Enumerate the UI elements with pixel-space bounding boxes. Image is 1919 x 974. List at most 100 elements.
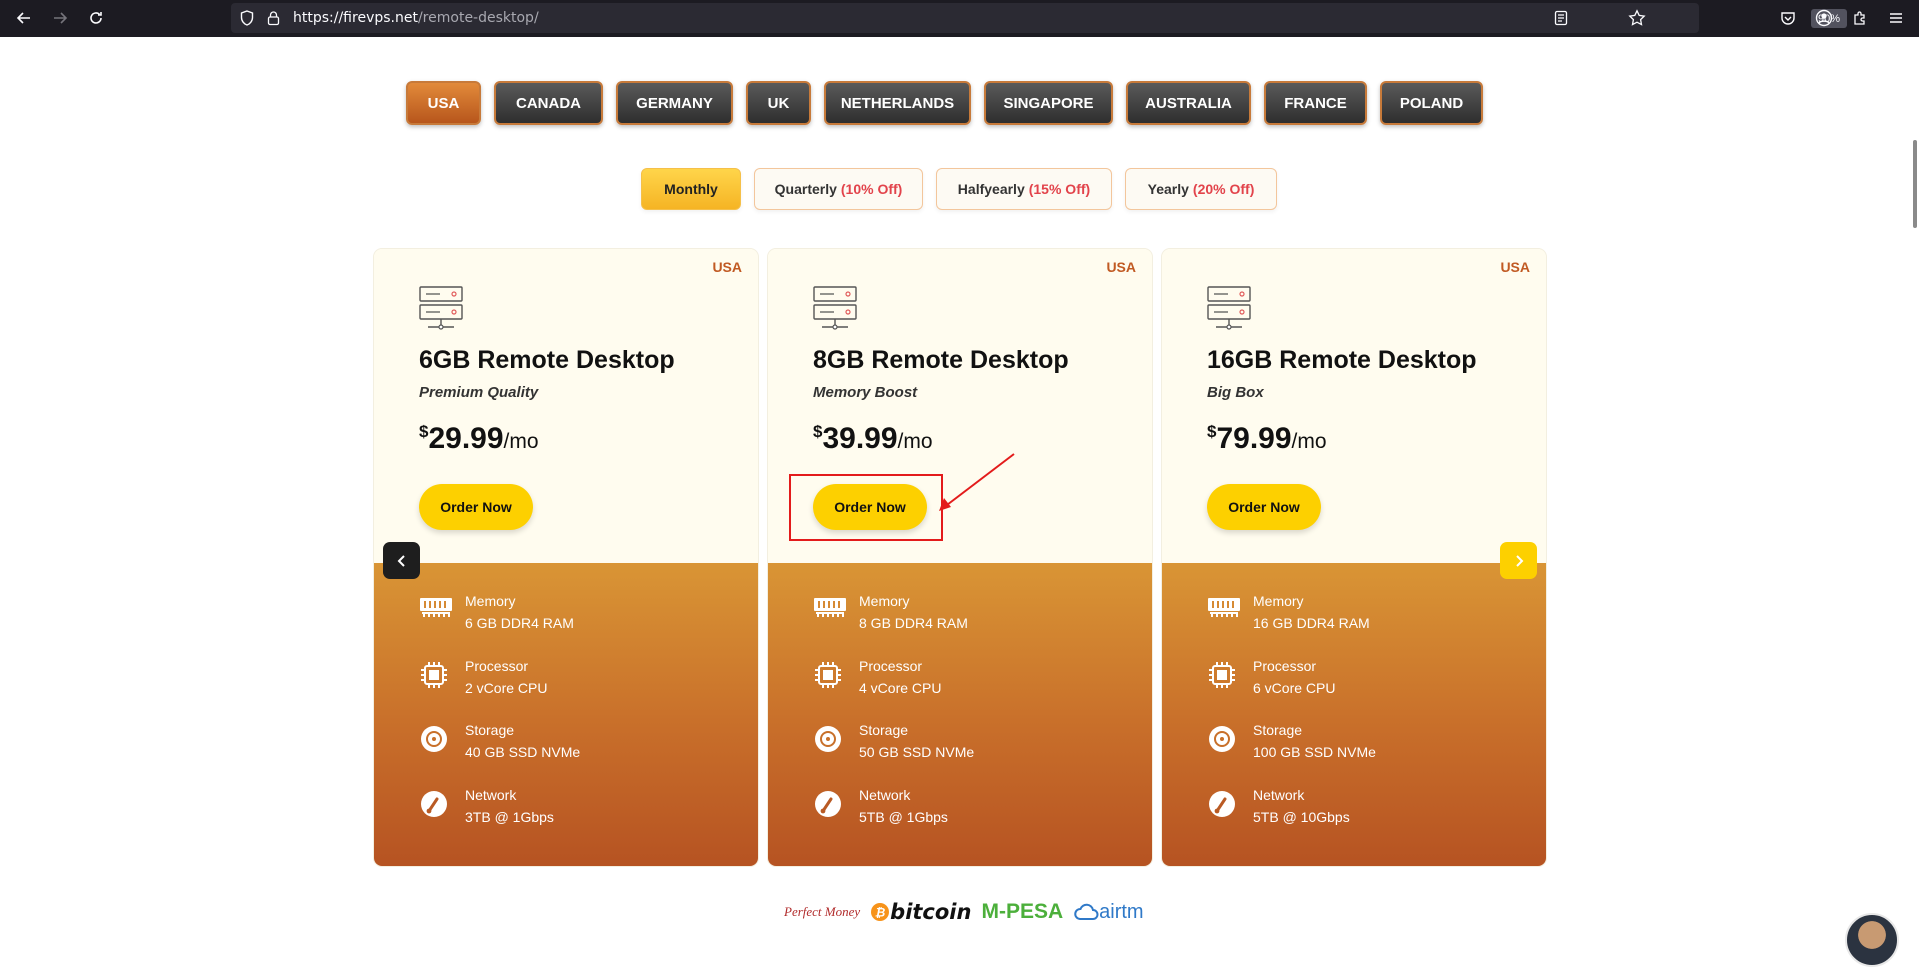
server-icon	[418, 285, 464, 331]
chat-avatar[interactable]	[1845, 913, 1899, 967]
order-now-button[interactable]: Order Now	[419, 484, 533, 530]
price-period: /mo	[897, 430, 933, 453]
spec-label: Storage	[1253, 722, 1303, 738]
spec-label: Network	[465, 787, 517, 803]
spec-value: 50 GB SSD NVMe	[859, 744, 975, 760]
billing-period-tabs: Monthly Quarterly (10% Off) Halfyearly (15…	[641, 168, 1277, 210]
account-icon[interactable]	[1812, 6, 1836, 30]
period-tab-yearly[interactable]: Yearly (20% Off)	[1125, 168, 1277, 210]
period-label: Yearly	[1147, 181, 1189, 197]
bitcoin-label: bitcoin	[890, 900, 972, 924]
period-tab-monthly[interactable]: Monthly	[641, 168, 741, 210]
spec-value: 8 GB DDR4 RAM	[859, 615, 968, 631]
spec-label: Storage	[859, 722, 909, 738]
spec-processor: Processor 4 vCore CPU	[813, 658, 1133, 702]
spec-processor: Processor 2 vCore CPU	[419, 658, 739, 702]
spec-label: Memory	[1253, 593, 1304, 609]
lock-icon[interactable]	[267, 10, 280, 31]
chevron-right-icon	[1515, 554, 1523, 567]
price-amount: 79.99	[1216, 422, 1292, 455]
reload-icon[interactable]	[84, 6, 108, 30]
country-tab-canada[interactable]: CANADA	[494, 81, 603, 125]
region-badge: USA	[712, 259, 742, 275]
spec-network: Network 5TB @ 10Gbps	[1207, 787, 1527, 831]
bitcoin-logo: ₿ bitcoin	[870, 900, 971, 924]
spec-network: Network 5TB @ 1Gbps	[813, 787, 1133, 831]
spec-network: Network 3TB @ 1Gbps	[419, 787, 739, 831]
country-tab-poland[interactable]: POLAND	[1380, 81, 1483, 125]
payment-methods: Perfect Money ₿ bitcoin M-PESA airtm	[784, 894, 1144, 930]
country-tab-france[interactable]: FRANCE	[1264, 81, 1367, 125]
spec-value: 2 vCore CPU	[465, 680, 548, 696]
cpu-icon	[1207, 660, 1241, 690]
spec-value: 5TB @ 10Gbps	[1253, 809, 1350, 825]
spec-value: 40 GB SSD NVMe	[465, 744, 581, 760]
perfect-money-logo: Perfect Money	[784, 904, 861, 919]
order-now-button[interactable]: Order Now	[1207, 484, 1321, 530]
spec-memory: Memory 6 GB DDR4 RAM	[419, 593, 739, 637]
country-tab-netherlands[interactable]: NETHERLANDS	[824, 81, 971, 125]
spec-storage: Storage 50 GB SSD NVMe	[813, 722, 1133, 766]
spec-value: 3TB @ 1Gbps	[465, 809, 554, 825]
spec-value: 4 vCore CPU	[859, 680, 942, 696]
period-label: Halfyearly	[957, 181, 1025, 197]
plan-title: 6GB Remote Desktop	[419, 346, 675, 374]
forward-arrow-icon[interactable]	[48, 6, 72, 30]
reader-view-icon[interactable]	[1554, 10, 1568, 31]
hamburger-icon[interactable]	[1884, 6, 1908, 30]
spec-value: 6 vCore CPU	[1253, 680, 1336, 696]
chevron-left-icon	[397, 554, 405, 567]
url-text[interactable]: https://firevps.net/remote-desktop/	[293, 10, 539, 26]
price-period: /mo	[1291, 430, 1327, 453]
plan-subtitle: Premium Quality	[419, 384, 539, 401]
bitcoin-icon: ₿	[871, 903, 890, 921]
period-tab-quarterly[interactable]: Quarterly (10% Off)	[754, 168, 923, 210]
ram-icon	[1207, 595, 1241, 625]
disk-icon	[813, 724, 847, 754]
price-amount: 29.99	[428, 422, 504, 455]
cpu-icon	[813, 660, 847, 690]
star-icon[interactable]	[1628, 9, 1646, 32]
plan-price: $39.99/mo	[813, 422, 933, 456]
spec-memory: Memory 16 GB DDR4 RAM	[1207, 593, 1527, 637]
country-tab-uk[interactable]: UK	[746, 81, 811, 125]
spec-processor: Processor 6 vCore CPU	[1207, 658, 1527, 702]
plan-card-8gb: USA 8GB Remote Desktop Memory Boost $39.…	[768, 249, 1152, 866]
spec-label: Storage	[465, 722, 515, 738]
country-tab-germany[interactable]: GERMANY	[616, 81, 733, 125]
puzzle-icon[interactable]	[1848, 6, 1872, 30]
plan-card-6gb: USA 6GB Remote Desktop Premium Quality $…	[374, 249, 758, 866]
ram-icon	[419, 595, 453, 625]
highlight-box	[789, 474, 943, 541]
scrollbar-thumb[interactable]	[1913, 140, 1917, 228]
carousel-next-button[interactable]	[1500, 542, 1537, 579]
discount-label: (10% Off)	[840, 181, 903, 197]
period-tab-halfyearly[interactable]: Halfyearly (15% Off)	[936, 168, 1112, 210]
disk-icon	[419, 724, 453, 754]
disk-icon	[1207, 724, 1241, 754]
server-icon	[812, 285, 858, 331]
back-arrow-icon[interactable]	[12, 6, 36, 30]
discount-label: (20% Off)	[1192, 181, 1255, 197]
spec-storage: Storage 100 GB SSD NVMe	[1207, 722, 1527, 766]
browser-toolbar: https://firevps.net/remote-desktop/ 90%	[0, 0, 1919, 37]
country-tab-usa[interactable]: USA	[406, 81, 481, 125]
country-tab-singapore[interactable]: SINGAPORE	[984, 81, 1113, 125]
spec-label: Processor	[1253, 658, 1317, 674]
svg-text:₿: ₿	[875, 906, 886, 920]
plan-subtitle: Big Box	[1207, 384, 1264, 401]
carousel-prev-button[interactable]	[383, 542, 420, 579]
country-tabs: USA CANADA GERMANY UK NETHERLANDS SINGAP…	[406, 81, 1483, 125]
shield-icon[interactable]	[240, 10, 254, 31]
address-bar[interactable]: https://firevps.net/remote-desktop/ 90%	[231, 3, 1847, 33]
airtm-logo: airtm	[1073, 901, 1144, 924]
region-badge: USA	[1106, 259, 1136, 275]
pocket-icon[interactable]	[1776, 6, 1800, 30]
spec-label: Network	[859, 787, 911, 803]
spec-value: 5TB @ 1Gbps	[859, 809, 948, 825]
price-period: /mo	[503, 430, 539, 453]
spec-label: Memory	[859, 593, 910, 609]
plan-price: $79.99/mo	[1207, 422, 1327, 456]
country-tab-australia[interactable]: AUSTRALIA	[1126, 81, 1251, 125]
period-label: Quarterly	[774, 181, 837, 197]
